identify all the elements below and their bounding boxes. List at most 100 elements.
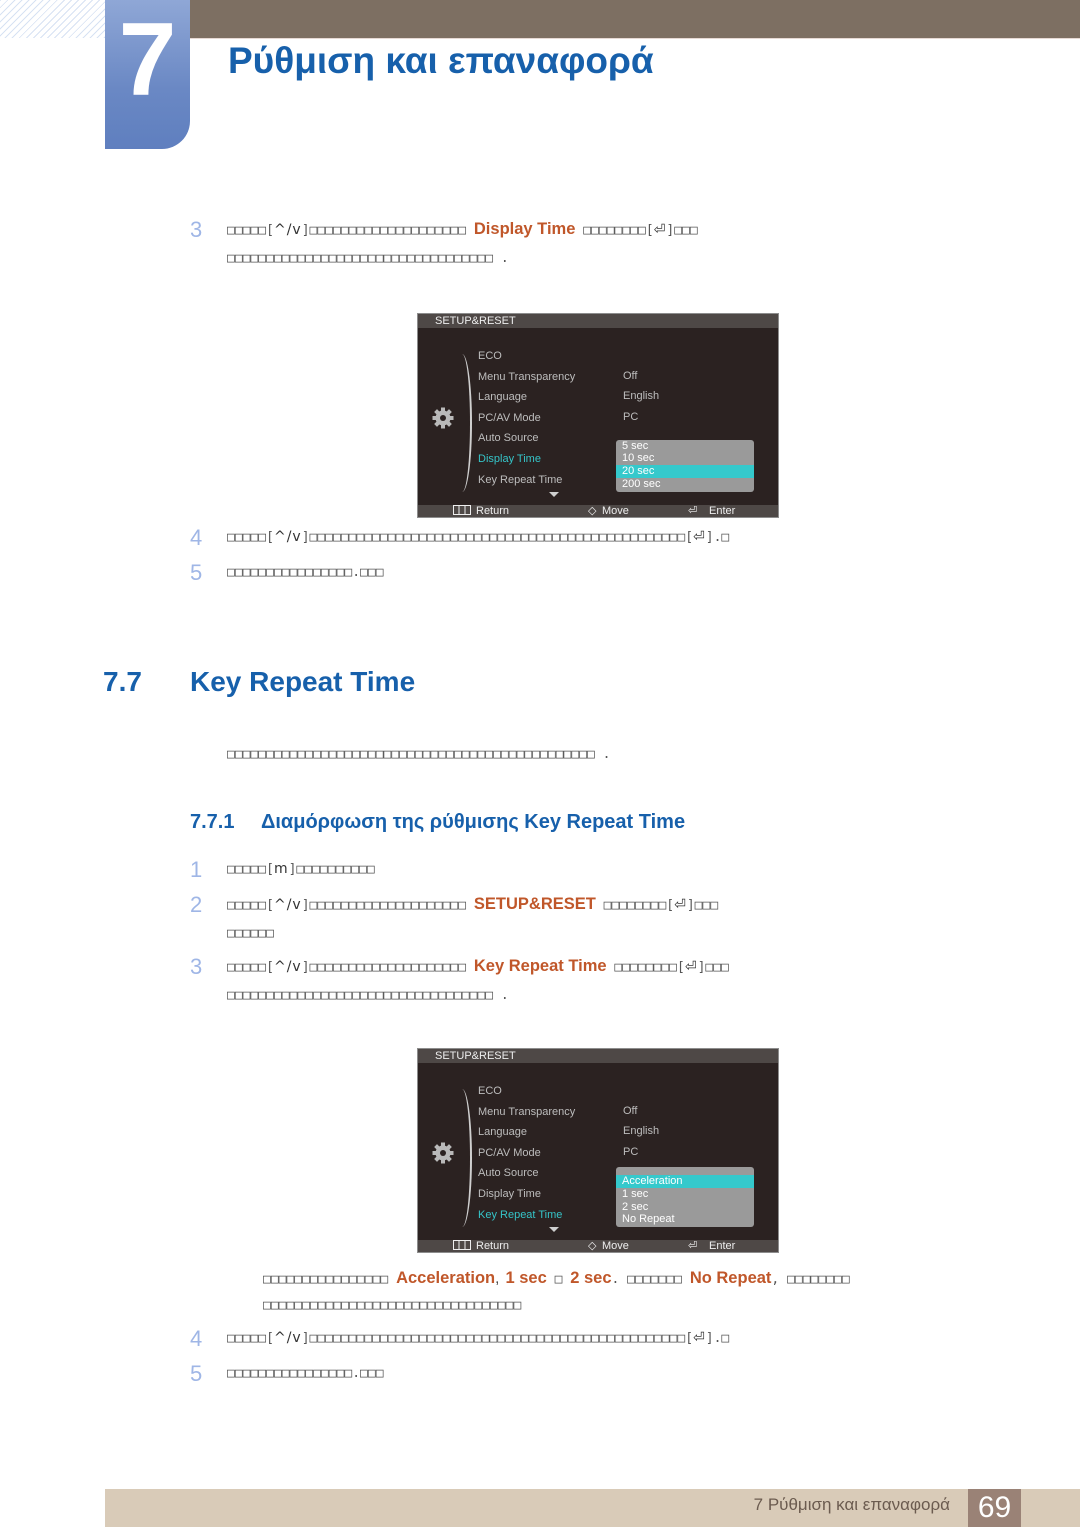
- osd-item-eco[interactable]: ECO: [478, 350, 502, 362]
- step-number: 5: [190, 560, 203, 585]
- osd-value-pc-av-mode: PC: [623, 411, 639, 423]
- osd-move-label: Move: [602, 1240, 629, 1252]
- osd-dropdown-key-repeat-time[interactable]: Acceleration 1 sec 2 sec No Repeat: [616, 1167, 754, 1227]
- header-bar: [190, 0, 1080, 38]
- up-down-key-icon: ^/v: [273, 1330, 302, 1346]
- step-number: 4: [190, 1326, 203, 1351]
- highlight-setup-reset: SETUP&RESET: [473, 895, 596, 913]
- move-icon: ◇: [588, 1240, 597, 1252]
- footer-chapter-title: 7 Ρύθμιση και επαναφορά: [753, 1495, 950, 1514]
- step-text-line2: □□□□□□: [227, 926, 274, 941]
- enter-key-icon: ⏎: [693, 529, 706, 545]
- osd-item-menu-transparency[interactable]: Menu Transparency: [478, 371, 575, 383]
- osd-item-auto-source[interactable]: Auto Source: [478, 432, 539, 444]
- step-text: □□□□□[^/v]□□□□□□□□□□□□□□□□□□□□□□□□□□□□□□…: [227, 529, 730, 545]
- subsection-number: 7.7.1: [190, 811, 235, 833]
- osd-option[interactable]: 200 sec: [616, 478, 754, 491]
- menu-icon: [453, 1240, 471, 1253]
- osd-footer: Return ◇ Move ⏎ Enter: [418, 505, 778, 517]
- step-text: □□□□□□□□□□□□□□□□.□□□: [227, 565, 384, 580]
- osd-option-selected[interactable]: 20 sec: [616, 465, 754, 478]
- enter-key-icon: ⏎: [684, 959, 698, 975]
- osd-dropdown-display-time[interactable]: 5 sec 10 sec 20 sec 200 sec: [616, 440, 754, 492]
- chapter-number: 7: [118, 2, 177, 118]
- osd-item-display-time[interactable]: Display Time: [478, 1188, 541, 1200]
- osd-item-pc-av-mode[interactable]: PC/AV Mode: [478, 412, 541, 424]
- step-text: □□□□□[^/v]□□□□□□□□□□□□□□□□□□□□ Key Repea…: [227, 957, 729, 975]
- up-down-key-icon: ^/v: [273, 959, 302, 975]
- osd-menu-key-repeat-time: SETUP&RESET ECO Menu Transparency Langua…: [417, 1048, 779, 1253]
- osd-item-display-time[interactable]: Display Time: [478, 453, 541, 465]
- scroll-down-arrow-icon: [549, 1227, 559, 1232]
- osd-enter-label: Enter: [709, 1240, 736, 1252]
- osd-item-pc-av-mode[interactable]: PC/AV Mode: [478, 1147, 541, 1159]
- osd-value-language: English: [623, 390, 660, 402]
- osd-item-menu-transparency[interactable]: Menu Transparency: [478, 1106, 575, 1118]
- step-number: 2: [190, 892, 203, 917]
- highlight-acceleration: Acceleration: [396, 1269, 496, 1287]
- gear-icon: [432, 407, 454, 429]
- highlight-key-repeat-time: Key Repeat Time: [473, 957, 607, 975]
- note-text-line2: □□□□□□□□□□□□□□□□□□□□□□□□□□□□□□□□□: [263, 1298, 522, 1313]
- step-text: □□□□□[^/v]□□□□□□□□□□□□□□□□□□□□□□□□□□□□□□…: [227, 1330, 730, 1346]
- osd-move-label: Move: [602, 505, 629, 517]
- step-number: 5: [190, 1361, 203, 1386]
- osd-item-language[interactable]: Language: [478, 1126, 527, 1138]
- gear-icon: [432, 1142, 454, 1164]
- osd-value-menu-transparency: Off: [623, 370, 638, 382]
- osd-footer: Return ◇ Move ⏎ Enter: [418, 1240, 778, 1252]
- osd-option[interactable]: 10 sec: [616, 452, 754, 465]
- osd-menu-display-time: SETUP&RESET ECO Menu Transparency Langua…: [417, 313, 779, 518]
- subsection-title: Διαμόρφωση της ρύθμισης Key Repeat Time: [261, 811, 686, 833]
- highlight-display-time: Display Time: [473, 220, 576, 238]
- step-number: 4: [190, 525, 203, 550]
- osd-option[interactable]: 1 sec: [616, 1188, 754, 1201]
- chapter-title: Ρύθμιση και επαναφορά: [228, 40, 654, 81]
- step-number: 3: [190, 217, 203, 242]
- osd-arc-decoration: [458, 354, 472, 492]
- osd-title: SETUP&RESET: [418, 314, 778, 328]
- step-text-line2: □□□□□□□□□□□□□□□□□□□□□□□□□□□□□□□□□□ .: [227, 251, 509, 266]
- osd-value-menu-transparency: Off: [623, 1105, 638, 1117]
- section-number: 7.7: [103, 666, 142, 697]
- enter-icon: ⏎: [688, 1240, 698, 1252]
- step-text-line2: □□□□□□□□□□□□□□□□□□□□□□□□□□□□□□□□□□ .: [227, 988, 509, 1003]
- osd-item-key-repeat-time[interactable]: Key Repeat Time: [478, 1209, 562, 1221]
- highlight-2-sec: 2 sec: [570, 1269, 612, 1287]
- osd-value-pc-av-mode: PC: [623, 1146, 639, 1158]
- step-text: □□□□□[m]□□□□□□□□□□: [227, 861, 375, 877]
- osd-value-language: English: [623, 1125, 660, 1137]
- page-footer: 7 Ρύθμιση και επαναφορά: [105, 1489, 1080, 1527]
- osd-enter-label: Enter: [709, 505, 736, 517]
- scroll-down-arrow-icon: [549, 492, 559, 497]
- highlight-1-sec: 1 sec: [505, 1269, 547, 1287]
- osd-arc-decoration: [458, 1089, 472, 1227]
- header-divider: [190, 38, 1080, 39]
- osd-item-auto-source[interactable]: Auto Source: [478, 1167, 539, 1179]
- osd-title: SETUP&RESET: [418, 1049, 778, 1063]
- osd-item-language[interactable]: Language: [478, 391, 527, 403]
- menu-key-icon: m: [273, 861, 289, 877]
- up-down-key-icon: ^/v: [273, 897, 302, 913]
- chapter-tab: 7: [105, 0, 190, 149]
- step-number: 3: [190, 954, 203, 979]
- menu-icon: [453, 505, 471, 518]
- enter-key-icon: ⏎: [693, 1330, 706, 1346]
- osd-return-label: Return: [476, 505, 510, 517]
- section-intro: □□□□□□□□□□□□□□□□□□□□□□□□□□□□□□□□□□□□□□□□…: [227, 747, 611, 762]
- enter-key-icon: ⏎: [674, 897, 687, 913]
- osd-item-key-repeat-time[interactable]: Key Repeat Time: [478, 474, 562, 486]
- section-title: Key Repeat Time: [190, 666, 416, 697]
- osd-item-eco[interactable]: ECO: [478, 1085, 502, 1097]
- osd-option[interactable]: No Repeat: [616, 1213, 754, 1226]
- osd-option-selected[interactable]: Acceleration: [616, 1175, 754, 1188]
- up-down-key-icon: ^/v: [273, 529, 302, 545]
- note-text: □□□□□□□□□□□□□□□□ Acceleration, 1 sec □ 2…: [263, 1269, 850, 1287]
- move-icon: ◇: [588, 505, 597, 517]
- highlight-no-repeat: No Repeat: [689, 1269, 772, 1287]
- page-number: 69: [968, 1489, 1021, 1527]
- enter-key-icon: ⏎: [653, 222, 667, 238]
- header-hatch-decoration: [0, 0, 106, 38]
- osd-return-label: Return: [476, 1240, 510, 1252]
- step-number: 1: [190, 857, 203, 882]
